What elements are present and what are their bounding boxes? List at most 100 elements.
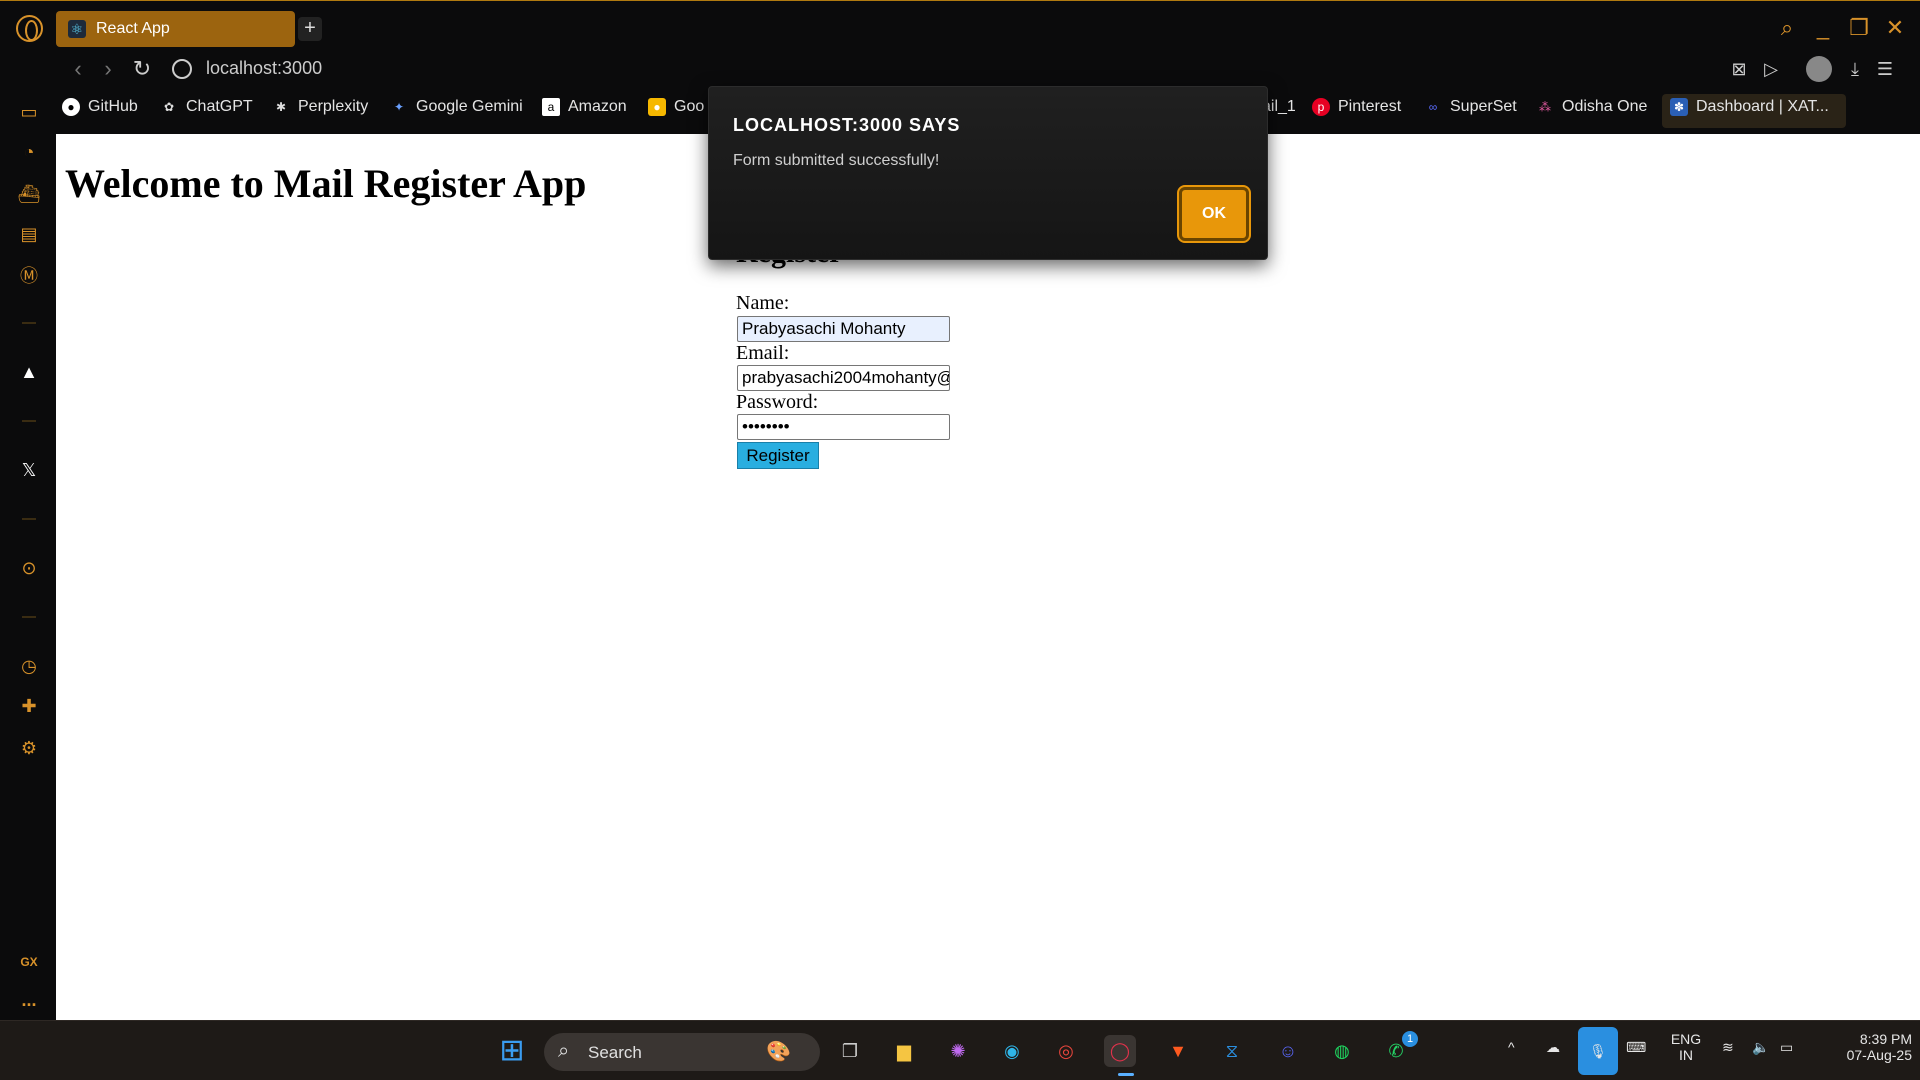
ok-button[interactable]: OK [1179, 187, 1249, 241]
bookmark-label: Goo [674, 98, 705, 115]
onedrive-icon[interactable]: ☁ [1546, 1039, 1560, 1056]
task-view-icon[interactable]: ❐ [834, 1035, 866, 1067]
tab-react-app[interactable]: ⚛ React App [56, 11, 295, 47]
reload-icon[interactable]: ↻ [128, 54, 156, 84]
ad-block-icon[interactable]: ⊠ [1726, 56, 1752, 82]
bookmark-perplexity[interactable]: ✱ Perplexity [272, 98, 368, 116]
sidebar-separator [22, 420, 36, 422]
date-label: 07-Aug-25 [1846, 1047, 1912, 1063]
history-icon[interactable]: ◷ [17, 654, 41, 678]
windows-start-icon[interactable]: ⊞ [496, 1035, 528, 1067]
sidebar-separator [22, 518, 36, 520]
bookmark-label: ChatGPT [186, 98, 253, 115]
microphone-icon[interactable]: 🎙 [1578, 1027, 1618, 1075]
odisha-one-icon: ⁂ [1539, 100, 1551, 114]
news-icon[interactable]: ▤ [17, 222, 41, 246]
web-content: Welcome to Mail Register App Register Na… [56, 134, 1920, 1020]
battery-icon[interactable]: ▭ [1780, 1039, 1793, 1056]
gx-corner-icon[interactable]: ⛴ [17, 182, 41, 206]
clock[interactable]: 8:39 PM 07-Aug-25 [1812, 1031, 1912, 1063]
password-label: Password: [736, 391, 819, 413]
profile-avatar[interactable] [1806, 56, 1832, 82]
dashboard-icon: ✽ [1670, 98, 1688, 116]
settings-icon[interactable]: ⚙ [17, 736, 41, 760]
bookmark-odisha-one[interactable]: ⁂ Odisha One [1536, 98, 1647, 116]
mail-m-icon[interactable]: Ⓜ [17, 264, 41, 288]
bookmark-label: SuperSet [1450, 98, 1517, 115]
aria-icon[interactable]: ▲ [17, 360, 41, 384]
opera-gx-logo-icon[interactable] [16, 15, 43, 42]
flow-send-icon[interactable]: ▷ [1758, 56, 1784, 82]
wifi-icon[interactable]: ≋ [1722, 1039, 1734, 1056]
chrome-icon[interactable]: ◎ [1050, 1035, 1082, 1067]
name-input[interactable]: Prabyasachi Mohanty [737, 316, 950, 342]
tab-title: React App [96, 20, 170, 37]
speed-dial-icon[interactable]: ◔ [17, 140, 41, 164]
search-icon: ⌕ [558, 1040, 570, 1062]
player-icon[interactable]: ⊙ [17, 556, 41, 580]
bookmark-github[interactable]: ● GitHub [62, 98, 138, 116]
superset-icon: ∞ [1428, 100, 1438, 114]
url-field[interactable]: localhost:3000 [206, 58, 322, 79]
bookmark-label: Dashboard | XAT... [1696, 98, 1829, 115]
easy-setup-icon[interactable]: ☰ [1872, 56, 1898, 82]
show-hidden-icons-icon[interactable]: ^ [1508, 1039, 1515, 1055]
gemini-icon: ✦ [393, 100, 405, 114]
name-label: Name: [736, 292, 790, 314]
bookmark-label: Google Gemini [416, 98, 523, 115]
x-twitter-icon[interactable]: 𝕏 [17, 458, 41, 482]
tab-strip: ⚛ React App + ⌕ _ ❐ ✕ [0, 0, 1920, 54]
pinterest-icon: p [1312, 98, 1330, 116]
extensions-icon[interactable]: ✚ [17, 694, 41, 718]
search-label: Search [588, 1043, 642, 1062]
language-label: ENG [1670, 1031, 1702, 1047]
volume-icon[interactable]: 🔈 [1752, 1039, 1769, 1056]
email-input[interactable]: prabyasachi2004mohanty@ [737, 365, 950, 391]
bookmark-superset[interactable]: ∞ SuperSet [1424, 98, 1517, 116]
more-icon[interactable]: ... [17, 988, 41, 1012]
taskbar-search[interactable]: ⌕ Search 🎨 [544, 1033, 820, 1071]
github-icon: ● [62, 98, 80, 116]
taskbar: ⊞ ⌕ Search 🎨 ❐ ▆ ✺ ◉ ◎ ◯ ▼ ⧖ ☺ ◍ ✆ 1 ^ ☁… [0, 1020, 1920, 1080]
gx-control-icon[interactable]: ▭ [17, 100, 41, 124]
copilot-icon[interactable]: ✺ [942, 1035, 974, 1067]
email-label: Email: [736, 342, 790, 364]
vscode-icon[interactable]: ⧖ [1216, 1035, 1248, 1067]
language-indicator[interactable]: ENG IN [1666, 1031, 1706, 1063]
sidebar-separator [22, 616, 36, 618]
file-explorer-icon[interactable]: ▆ [888, 1035, 920, 1067]
bookmark-goo[interactable]: ● Goo [648, 98, 704, 116]
bookmark-google-gemini[interactable]: ✦ Google Gemini [390, 98, 523, 116]
opera-active-indicator [1118, 1073, 1134, 1076]
password-input[interactable]: •••••••• [737, 414, 950, 440]
perplexity-icon: ✱ [275, 100, 287, 114]
globe-icon [172, 59, 192, 79]
spotify-icon[interactable]: ◍ [1326, 1035, 1358, 1067]
minimize-icon[interactable]: _ [1810, 15, 1836, 41]
bookmark-label: Amazon [568, 98, 627, 115]
bookmark-dashboard[interactable]: ✽ Dashboard | XAT... [1670, 98, 1829, 116]
google-keep-icon: ● [648, 98, 666, 116]
bookmark-pinterest[interactable]: p Pinterest [1312, 98, 1401, 116]
bookmark-chatgpt[interactable]: ✿ ChatGPT [160, 98, 253, 116]
bookmark-label: Perplexity [298, 98, 369, 115]
search-tabs-icon[interactable]: ⌕ [1774, 15, 1800, 41]
discord-icon[interactable]: ☺ [1272, 1035, 1304, 1067]
restore-icon[interactable]: ❐ [1846, 15, 1872, 41]
page-title: Welcome to Mail Register App [65, 161, 587, 206]
new-tab-button[interactable]: + [298, 17, 322, 41]
react-icon: ⚛ [68, 20, 86, 38]
keyboard-icon[interactable]: ⌨ [1626, 1039, 1646, 1056]
sidebar: ▭ ◔ ⛴ ▤ Ⓜ ▲ 𝕏 ⊙ ◷ ✚ ⚙ GX ... [0, 92, 56, 1020]
opera-gx-taskbar-icon[interactable]: ◯ [1104, 1035, 1136, 1067]
bookmark-amazon[interactable]: a Amazon [542, 98, 627, 116]
back-icon[interactable]: ‹ [64, 54, 92, 84]
gx-label[interactable]: GX [17, 950, 41, 974]
close-icon[interactable]: ✕ [1882, 15, 1908, 41]
brave-icon[interactable]: ▼ [1162, 1035, 1194, 1067]
bookmark-label: Odisha One [1562, 98, 1648, 115]
register-button[interactable]: Register [737, 442, 819, 469]
downloads-icon[interactable]: ⤓ [1842, 56, 1868, 82]
forward-icon[interactable]: › [94, 54, 122, 84]
edge-icon[interactable]: ◉ [996, 1035, 1028, 1067]
